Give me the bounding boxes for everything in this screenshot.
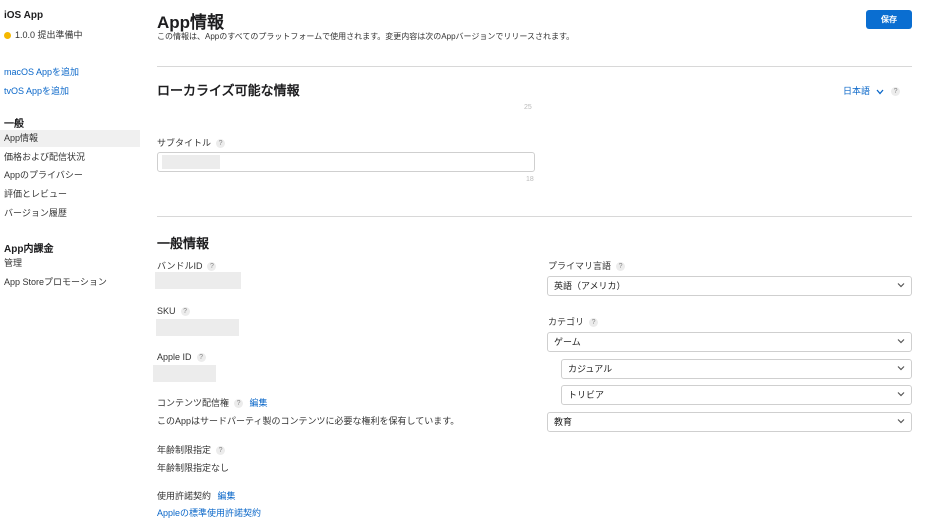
redacted-value xyxy=(162,155,220,169)
subcategory-2-select[interactable]: トリビア xyxy=(561,385,912,405)
age-rating-label: 年齢制限指定? xyxy=(157,443,226,456)
help-icon[interactable]: ? xyxy=(589,318,599,328)
content-rights-label: コンテンツ配信権? 編集 xyxy=(157,396,268,409)
help-icon[interactable]: ? xyxy=(196,353,206,363)
add-tvos-app-link[interactable]: tvOS Appを追加 xyxy=(4,84,69,97)
app-name: iOS App xyxy=(4,10,44,21)
chevron-down-icon xyxy=(897,283,905,288)
sidebar-heading-general: 一般 xyxy=(4,119,24,130)
help-icon[interactable]: ? xyxy=(216,446,226,456)
subcategory-1-value: カジュアル xyxy=(568,364,613,374)
chevron-down-icon xyxy=(897,366,905,371)
subcategory-1-select[interactable]: カジュアル xyxy=(561,359,912,379)
secondary-category-value: 教育 xyxy=(554,417,573,427)
standard-eula-link[interactable]: Appleの標準使用許諾契約 xyxy=(157,506,261,519)
sidebar-item-pricing[interactable]: 価格および配信状況 xyxy=(0,149,140,166)
primary-language-select[interactable]: 英語（アメリカ） xyxy=(547,276,912,296)
subtitle-label-text: サブタイトル xyxy=(157,138,212,148)
chevron-down-icon xyxy=(897,339,905,344)
page-description: この情報は、Appのすべてのプラットフォームで使用されます。変更内容は次のApp… xyxy=(157,32,575,41)
primary-language-value: 英語（アメリカ） xyxy=(554,281,626,291)
sidebar-item-privacy[interactable]: Appのプライバシー xyxy=(0,167,140,184)
help-icon[interactable]: ? xyxy=(234,399,244,409)
sidebar-item-app-info[interactable]: App情報 xyxy=(0,130,140,147)
category-label: カテゴリ? xyxy=(548,315,599,328)
chevron-down-icon xyxy=(897,392,905,397)
version-status-label: 1.0.0 提出準備中 xyxy=(15,30,83,40)
general-info-heading: 一般情報 xyxy=(157,236,210,251)
primary-language-label-text: プライマリ言語 xyxy=(548,261,612,271)
sidebar-item-version-history[interactable]: バージョン履歴 xyxy=(0,205,140,222)
content-rights-value: このAppはサードパーティ製のコンテンツに必要な権利を保有しています。 xyxy=(157,416,460,426)
help-icon[interactable]: ? xyxy=(207,262,217,272)
sku-label: SKU? xyxy=(157,306,190,317)
version-status[interactable]: 1.0.0 提出準備中 xyxy=(4,28,83,41)
license-label: 使用許諾契約 編集 xyxy=(157,489,236,502)
status-dot-icon xyxy=(4,32,11,39)
secondary-category-select[interactable]: 教育 xyxy=(547,412,912,432)
help-icon[interactable]: ? xyxy=(616,262,626,272)
subtitle-label: サブタイトル? xyxy=(157,136,226,149)
category-label-text: カテゴリ xyxy=(548,317,585,327)
sku-value-redacted xyxy=(156,319,239,336)
sidebar-heading-iap: App内課金 xyxy=(4,244,54,255)
subcategory-2-value: トリビア xyxy=(568,390,605,400)
age-rating-label-text: 年齢制限指定 xyxy=(157,445,212,455)
primary-language-label: プライマリ言語? xyxy=(548,259,626,272)
sku-label-text: SKU xyxy=(157,306,176,316)
content-rights-label-text: コンテンツ配信権 xyxy=(157,398,230,408)
page-title: App情報 xyxy=(157,13,225,32)
divider xyxy=(157,66,912,67)
sidebar-item-promotion[interactable]: App Storeプロモーション xyxy=(0,274,140,291)
language-label: 日本語 xyxy=(843,86,871,96)
help-icon[interactable]: ? xyxy=(180,307,190,317)
subtitle-char-counter: 18 xyxy=(526,176,534,183)
language-selector[interactable]: 日本語 ? xyxy=(843,84,901,97)
localizable-heading: ローカライズ可能な情報 xyxy=(157,83,300,98)
chevron-down-icon xyxy=(897,419,905,424)
add-macos-app-link[interactable]: macOS Appを追加 xyxy=(4,65,79,78)
apple-id-label: Apple ID? xyxy=(157,352,206,363)
license-label-text: 使用許諾契約 xyxy=(157,491,212,501)
apple-id-value-redacted xyxy=(153,365,216,382)
bundle-id-label-text: バンドルID xyxy=(157,261,203,271)
license-edit-link[interactable]: 編集 xyxy=(218,491,236,501)
subtitle-input[interactable] xyxy=(157,152,535,172)
apple-id-label-text: Apple ID xyxy=(157,352,192,362)
chevron-down-icon xyxy=(876,89,884,95)
help-icon[interactable]: ? xyxy=(891,87,901,97)
age-rating-value: 年齢制限指定なし xyxy=(157,463,230,473)
bundle-id-label: バンドルID? xyxy=(157,259,217,272)
primary-category-select[interactable]: ゲーム xyxy=(547,332,912,352)
sidebar-item-ratings[interactable]: 評価とレビュー xyxy=(0,186,140,203)
help-icon[interactable]: ? xyxy=(216,139,226,149)
save-button[interactable]: 保存 xyxy=(866,10,912,29)
primary-category-value: ゲーム xyxy=(554,337,581,347)
name-char-counter: 25 xyxy=(524,104,532,111)
divider xyxy=(157,216,912,217)
bundle-id-value-redacted xyxy=(155,272,241,289)
sidebar-item-manage[interactable]: 管理 xyxy=(0,255,140,272)
content-rights-edit-link[interactable]: 編集 xyxy=(250,398,268,408)
